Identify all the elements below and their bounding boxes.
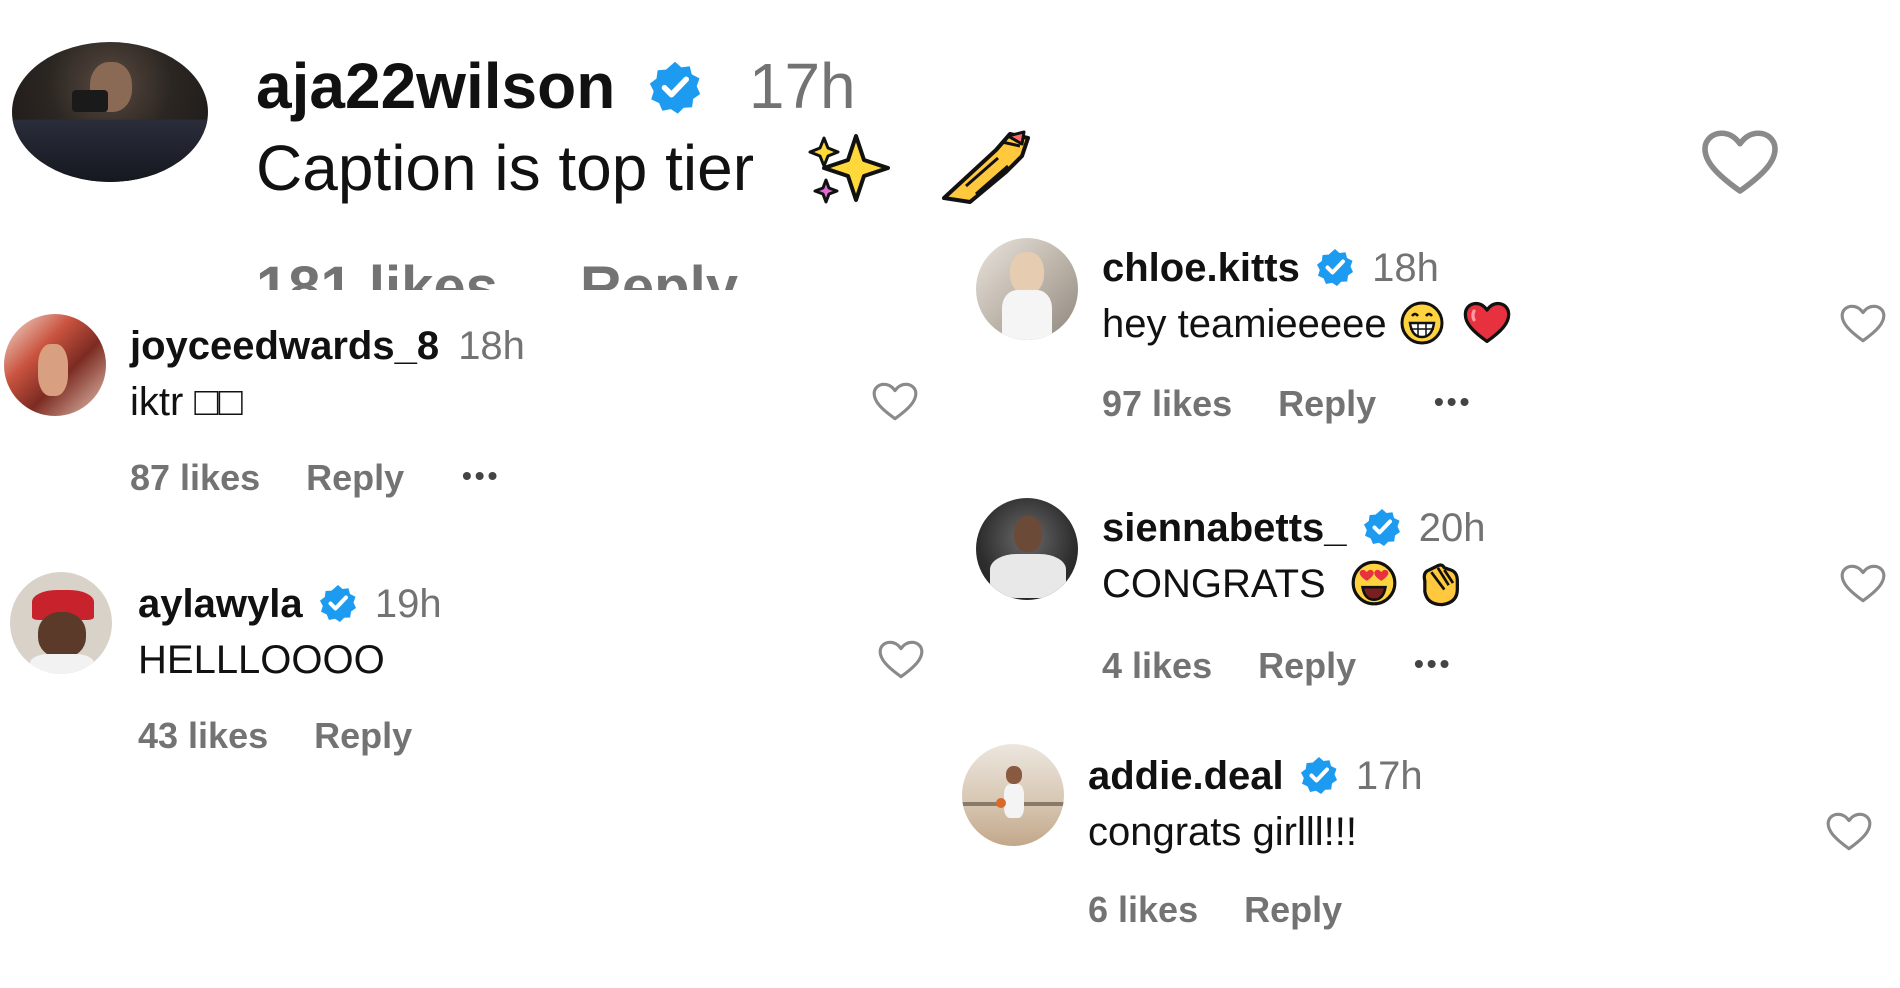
clapping-emoji-icon [1422, 563, 1459, 607]
like-heart-icon[interactable] [1824, 810, 1874, 854]
comment-text: iktr □□ [130, 380, 243, 424]
likes-count[interactable]: 87 likes [130, 454, 260, 502]
avatar[interactable] [12, 42, 208, 182]
reply-button[interactable]: Reply [1244, 886, 1342, 934]
timestamp: 17h [748, 50, 856, 122]
like-heart-icon[interactable] [1838, 562, 1888, 606]
avatar[interactable] [976, 238, 1078, 340]
like-heart-icon[interactable] [870, 380, 920, 424]
like-heart-icon[interactable] [1692, 128, 1788, 198]
username[interactable]: aylawyla [138, 582, 303, 626]
timestamp: 20h [1418, 506, 1486, 550]
comment-text: congrats girlll!!! [1088, 810, 1357, 854]
comment-text: HELLLOOOO [138, 638, 385, 682]
username[interactable]: chloe.kitts [1102, 246, 1300, 290]
comment-text: hey teamieeeee [1102, 302, 1387, 346]
sparkles-emoji-icon [808, 134, 890, 204]
heart-emoji-icon [1463, 302, 1511, 344]
likes-count[interactable]: 181 likes [256, 255, 498, 290]
reply-button[interactable]: Reply [306, 454, 404, 502]
like-heart-icon[interactable] [1838, 302, 1888, 346]
likes-count[interactable]: 6 likes [1088, 886, 1198, 934]
verified-badge-icon [649, 61, 701, 114]
heart-eyes-emoji-icon [1351, 561, 1397, 606]
avatar[interactable] [962, 744, 1064, 846]
more-options-icon[interactable]: ••• [1434, 378, 1472, 426]
reply-button[interactable]: Reply [1258, 642, 1356, 690]
verified-badge-icon [1363, 509, 1400, 547]
timestamp: 18h [458, 324, 525, 368]
reply-button[interactable]: Reply [580, 255, 738, 290]
comment-text: Caption is top tier [256, 132, 755, 204]
verified-badge-icon [1316, 249, 1353, 287]
reply-button[interactable]: Reply [314, 712, 412, 760]
more-options-icon[interactable]: ••• [462, 452, 500, 500]
likes-count[interactable]: 43 likes [138, 712, 268, 760]
avatar[interactable] [976, 498, 1078, 600]
verified-badge-icon [319, 585, 356, 623]
avatar[interactable] [4, 314, 106, 416]
likes-count[interactable]: 97 likes [1102, 380, 1232, 428]
more-options-icon[interactable]: ••• [1414, 640, 1452, 688]
pinched-fingers-emoji-icon [941, 130, 1030, 205]
top-comment-meta-clipped: 181 likes Reply [256, 244, 856, 290]
timestamp: 18h [1372, 246, 1439, 290]
username[interactable]: siennabetts_ [1102, 506, 1347, 550]
reply-button[interactable]: Reply [1278, 380, 1376, 428]
grinning-emoji-icon [1400, 301, 1444, 345]
comment-text: CONGRATS [1102, 562, 1326, 606]
username[interactable]: aja22wilson [256, 50, 615, 122]
timestamp: 19h [374, 582, 442, 626]
verified-badge-icon [1300, 757, 1337, 795]
timestamp: 17h [1355, 754, 1423, 798]
avatar[interactable] [10, 572, 112, 674]
likes-count[interactable]: 4 likes [1102, 642, 1212, 690]
username[interactable]: joyceedwards_8 [130, 324, 439, 368]
like-heart-icon[interactable] [876, 638, 926, 682]
username[interactable]: addie.deal [1088, 754, 1284, 798]
